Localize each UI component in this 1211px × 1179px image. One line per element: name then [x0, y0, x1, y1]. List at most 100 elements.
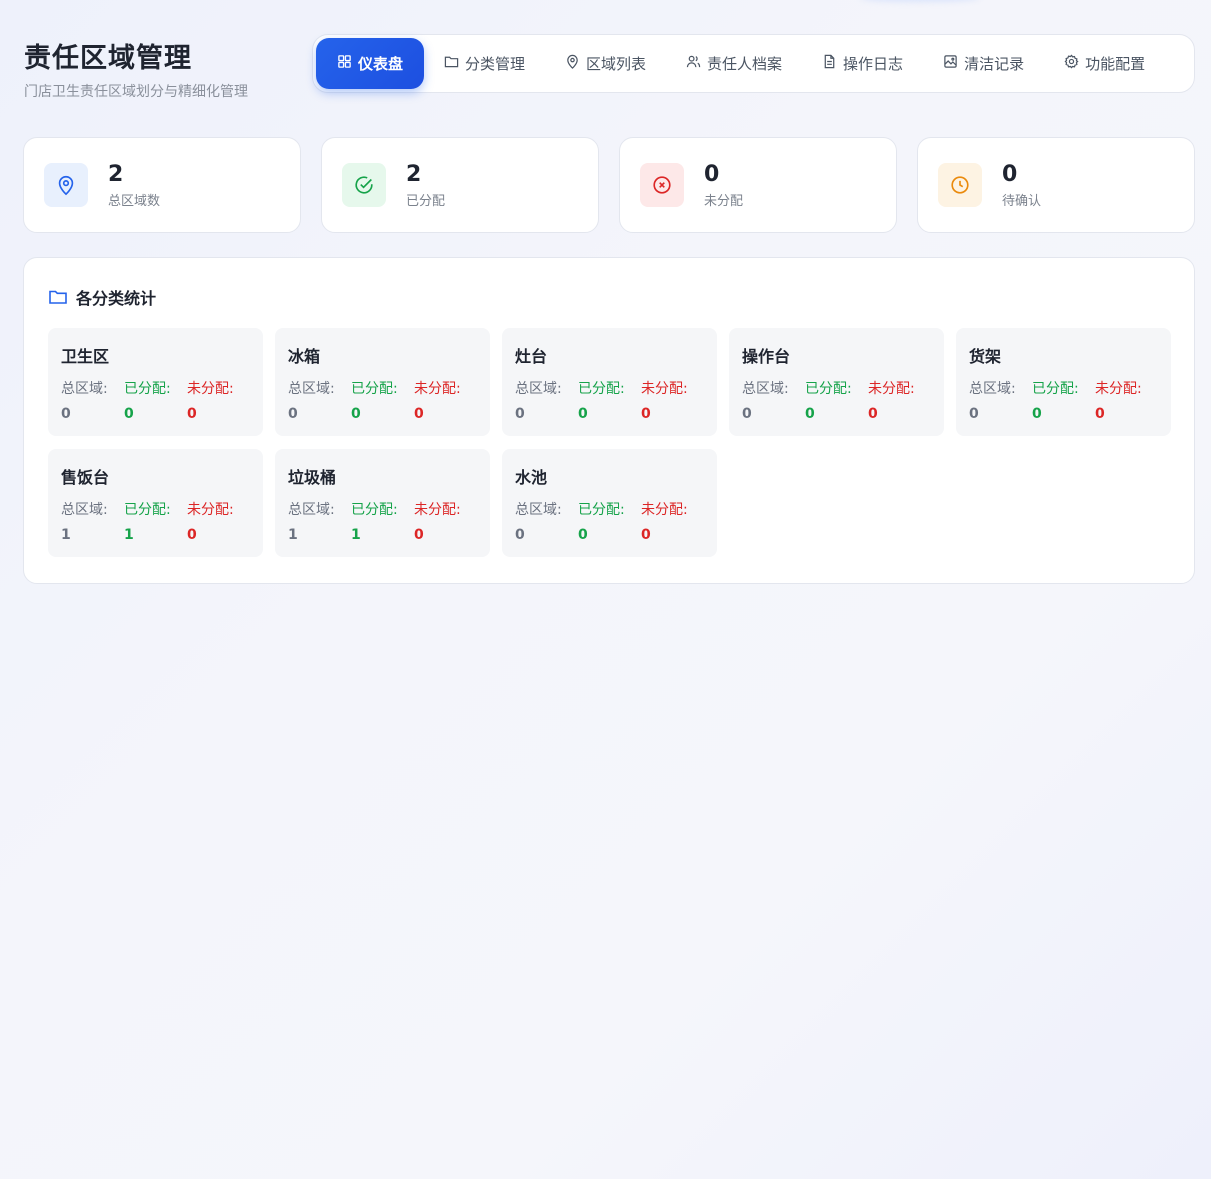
stat-value: 2: [406, 161, 422, 187]
tab-label: 清洁记录: [964, 55, 1025, 73]
category-stats: 总区域: 1 已分配: 1 未分配: 0: [288, 498, 477, 548]
category-name: 冰箱: [288, 347, 321, 366]
tab-area-list[interactable]: 区域列表: [545, 38, 666, 89]
tab-label: 操作日志: [843, 55, 904, 73]
assigned-stat: 已分配: 0: [578, 498, 641, 548]
assigned-value: 0: [1032, 406, 1042, 422]
tab-settings[interactable]: 功能配置: [1044, 38, 1165, 89]
assigned-label: 已分配:: [805, 381, 852, 397]
category-card: 冰箱总区域: 0 已分配: 0 未分配: 0: [275, 328, 490, 436]
unassigned-stat: 未分配: 0: [414, 377, 477, 427]
total-value: 0: [515, 527, 525, 543]
category-card: 水池 总区域: 0 已分配: 0 未分配: 0: [502, 449, 717, 557]
folder-icon: [444, 54, 459, 73]
total-label: 总区域:: [288, 502, 335, 518]
assigned-label: 已分配:: [351, 502, 398, 518]
category-name: 灶台: [515, 347, 548, 366]
tab-cleaning-records[interactable]: 清洁记录: [923, 38, 1044, 89]
unassigned-stat: 未分配: 0: [187, 498, 250, 548]
total-label: 总区域:: [515, 502, 562, 518]
category-stats: 总区域: 0 已分配: 0 未分配: 0: [515, 377, 704, 427]
stat-value: 2: [108, 161, 124, 187]
tab-operation-log[interactable]: 操作日志: [802, 38, 923, 89]
map-pin-icon: [565, 54, 580, 73]
stat-card-unassigned: 0 未分配: [619, 137, 897, 233]
assigned-stat: 已分配: 0: [1032, 377, 1095, 427]
total-value: 1: [61, 527, 71, 543]
total-label: 总区域:: [61, 502, 108, 518]
total-value: 0: [288, 406, 298, 422]
total-label: 总区域:: [742, 381, 789, 397]
category-name: 水池: [515, 468, 548, 487]
category-grid: 卫生区 总区域: 0 已分配: 0 未分配: 0 冰箱 总区域: 0 已分配: 0 未分配: 0 灶台 总区域…: [48, 328, 1171, 557]
image-icon: [943, 54, 958, 73]
unassigned-label: 未分配:: [414, 502, 461, 518]
unassigned-stat: 未分配: 0: [1095, 377, 1158, 427]
unassigned-stat: 未分配: 0: [414, 498, 477, 548]
total-label: 总区域:: [288, 381, 335, 397]
stat-label: 总区域数: [108, 193, 161, 209]
category-card: 操作台 总区域: 0 已分配: 0 未分配: 0: [729, 328, 944, 436]
top-nav: 仪表盘 分类管理 区域列表 责任人档案 操作日志 清洁记录 功能配置: [312, 34, 1195, 93]
file-text-icon: [822, 54, 837, 73]
assigned-value: 0: [805, 406, 815, 422]
check-circle-icon: [342, 163, 386, 207]
category-stats: 总区域: 0 已分配: 0 未分配: 0: [61, 377, 250, 427]
stat-card-pending: 0 待确认: [917, 137, 1195, 233]
stat-label: 未分配: [704, 193, 744, 209]
assigned-label: 已分配:: [351, 381, 398, 397]
unassigned-label: 未分配:: [414, 381, 461, 397]
map-pin-icon: [44, 163, 88, 207]
stat-label: 已分配: [406, 193, 446, 209]
unassigned-label: 未分配:: [641, 381, 688, 397]
assigned-value: 0: [124, 406, 134, 422]
total-label: 总区域:: [61, 381, 108, 397]
assigned-stat: 已分配: 1: [124, 498, 187, 548]
assigned-value: 1: [351, 527, 361, 543]
total-value: 0: [969, 406, 979, 422]
assigned-stat: 已分配: 0: [578, 377, 641, 427]
unassigned-label: 未分配:: [187, 502, 234, 518]
category-stats: 总区域: 0 已分配: 0 未分配: 0: [969, 377, 1158, 427]
unassigned-value: 0: [187, 527, 197, 543]
category-card: 售饭台总区域: 1 已分配: 1 未分配: 0: [48, 449, 263, 557]
unassigned-value: 0: [1095, 406, 1105, 422]
unassigned-value: 0: [414, 406, 424, 422]
tab-dashboard[interactable]: 仪表盘: [316, 38, 424, 89]
tab-categories[interactable]: 分类管理: [424, 38, 545, 89]
assigned-value: 0: [351, 406, 361, 422]
gear-icon: [1064, 54, 1079, 73]
unassigned-label: 未分配:: [1095, 381, 1142, 397]
tab-label: 功能配置: [1085, 55, 1146, 73]
unassigned-value: 0: [641, 527, 651, 543]
total-stat: 总区域: 0: [515, 377, 578, 427]
top-glow-decoration: [860, 0, 980, 2]
stat-value: 0: [1002, 161, 1018, 187]
total-value: 0: [61, 406, 71, 422]
unassigned-stat: 未分配: 0: [187, 377, 250, 427]
category-stats-panel: 各分类统计 卫生区 总区域: 0 已分配: 0 未分配: 0 冰箱 总区域: 0 已分配: 0 未分配:…: [23, 257, 1195, 584]
unassigned-stat: 未分配: 0: [641, 498, 704, 548]
category-stats: 总区域: 1 已分配: 1 未分配: 0: [61, 498, 250, 548]
category-name: 操作台: [742, 347, 791, 366]
unassigned-value: 0: [187, 406, 197, 422]
category-name: 卫生区: [61, 347, 110, 366]
total-stat: 总区域: 1: [288, 498, 351, 548]
assigned-label: 已分配:: [1032, 381, 1079, 397]
category-card: 货架 总区域: 0 已分配: 0 未分配: 0: [956, 328, 1171, 436]
unassigned-label: 未分配:: [187, 381, 234, 397]
assigned-stat: 已分配: 0: [351, 377, 414, 427]
assigned-label: 已分配:: [578, 502, 625, 518]
total-value: 1: [288, 527, 298, 543]
tab-label: 区域列表: [586, 55, 647, 73]
tab-label: 仪表盘: [357, 55, 403, 73]
assigned-stat: 已分配: 0: [805, 377, 868, 427]
unassigned-value: 0: [414, 527, 424, 543]
tab-responsible-persons[interactable]: 责任人档案: [666, 38, 802, 89]
assigned-stat: 已分配: 0: [124, 377, 187, 427]
panel-title: 各分类统计: [76, 289, 157, 308]
category-stats: 总区域: 0 已分配: 0 未分配: 0: [288, 377, 477, 427]
category-name: 售饭台: [61, 468, 110, 487]
stat-card-assigned: 2 已分配: [321, 137, 599, 233]
total-stat: 总区域: 0: [969, 377, 1032, 427]
